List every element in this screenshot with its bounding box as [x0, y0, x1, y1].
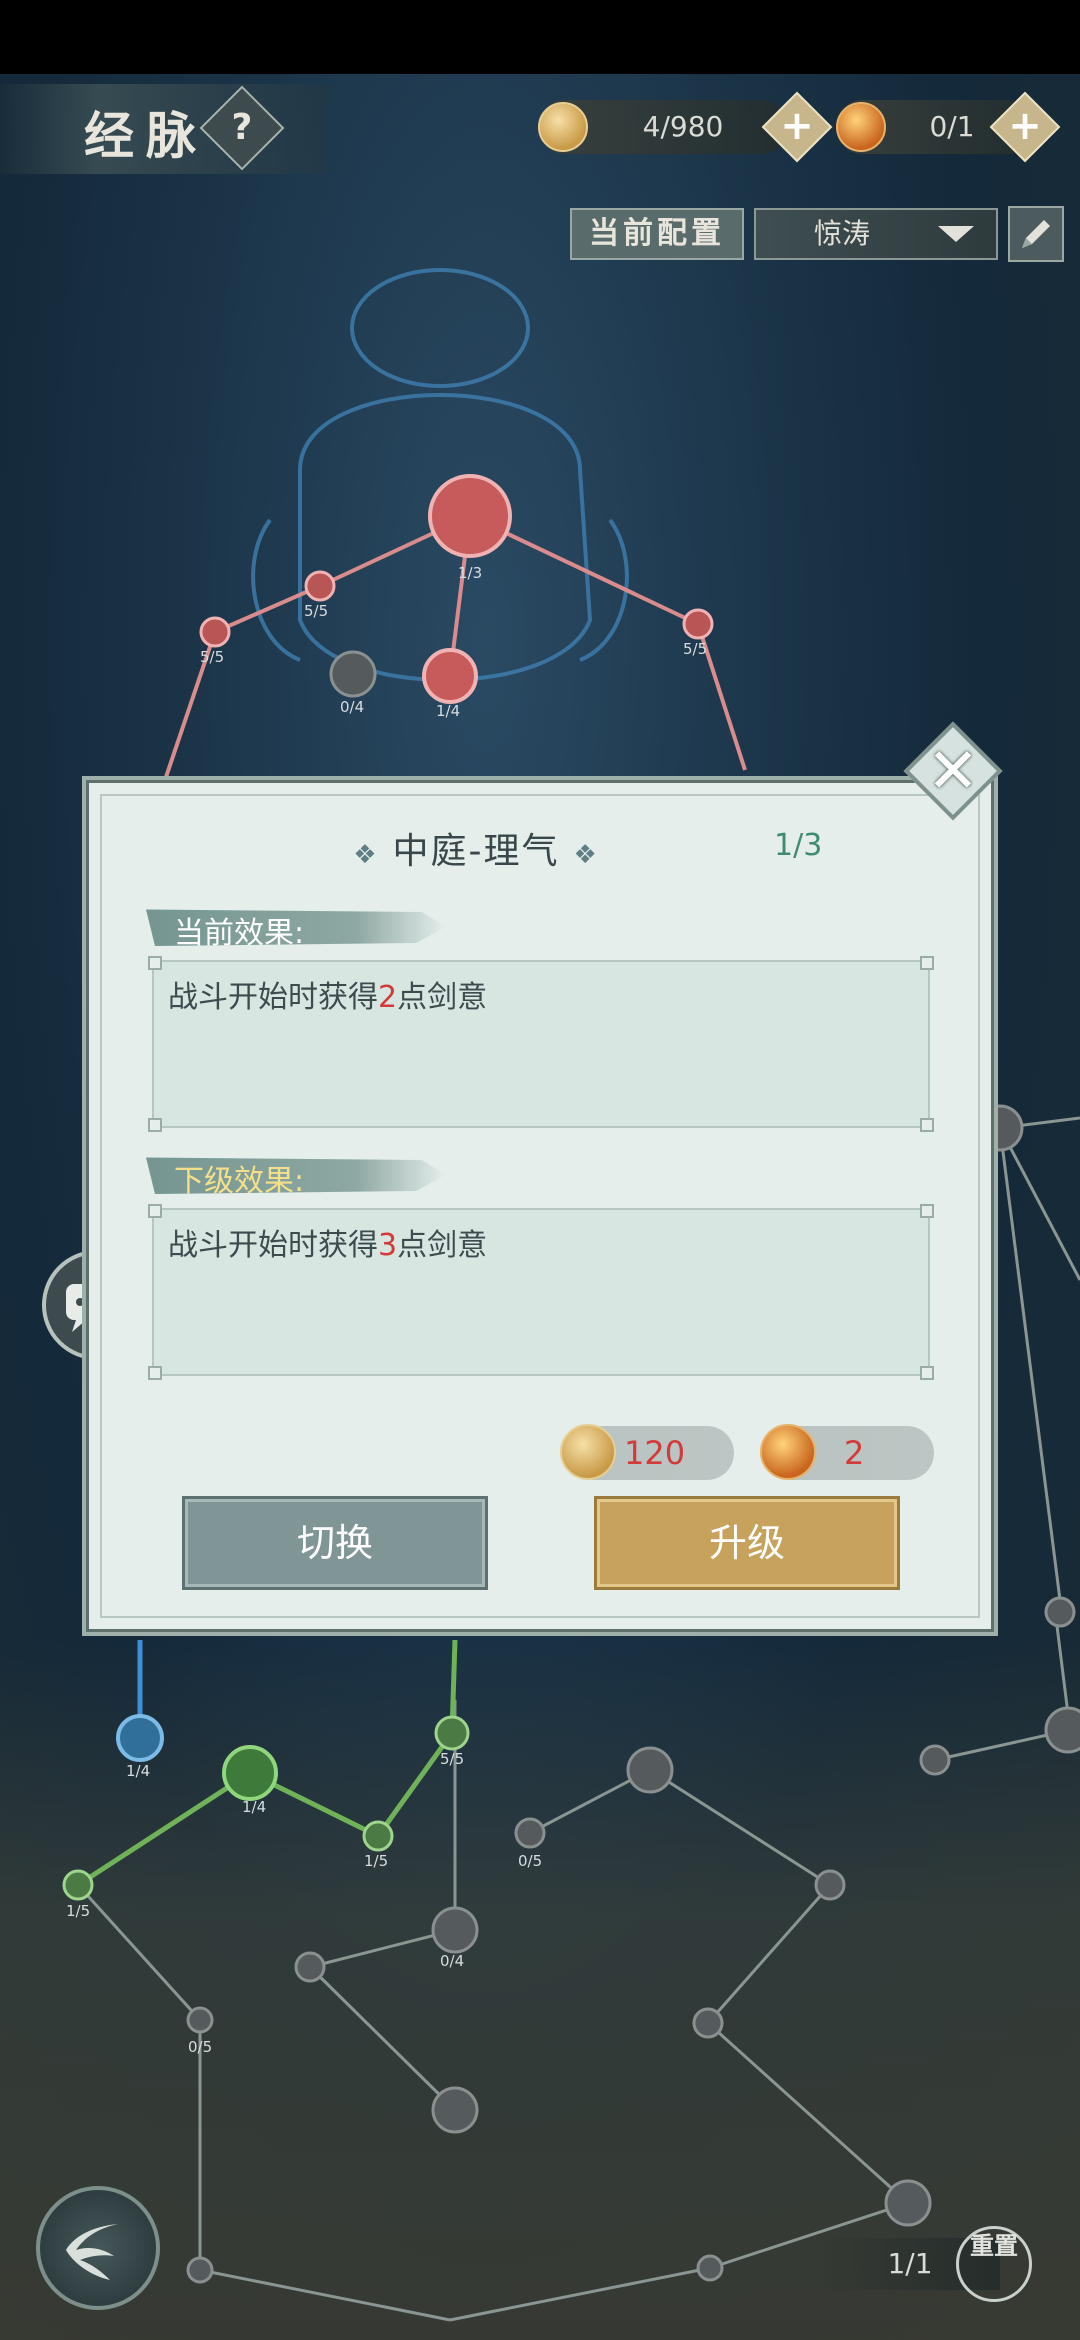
footer-right: 1/1 重置 — [780, 2226, 1070, 2304]
resource-yuanqi: 4/980 — [538, 100, 788, 154]
cost-yuanqi: 120 — [560, 1424, 734, 1480]
svg-text:0/5: 0/5 — [518, 1852, 542, 1870]
current-config-label: 当前配置 — [570, 208, 744, 260]
switch-button[interactable]: 切换 — [182, 1496, 488, 1590]
dialog-level: 1/3 — [774, 828, 823, 863]
map-node[interactable] — [1044, 1596, 1076, 1628]
back-arrow-icon — [66, 2224, 118, 2280]
map-node[interactable] — [692, 2007, 724, 2039]
svg-text:0/4: 0/4 — [440, 1952, 464, 1970]
svg-text:5/5: 5/5 — [304, 602, 328, 620]
help-icon: ? — [231, 107, 253, 148]
close-icon: ✕ — [927, 734, 979, 807]
cost-fire-orb: 2 — [760, 1424, 934, 1480]
map-node[interactable]: 1/5 — [62, 1869, 94, 1920]
fire-orb-icon — [836, 102, 886, 152]
map-node[interactable] — [186, 2256, 214, 2284]
cost-fire-orb-value: 2 — [844, 1434, 865, 1472]
svg-text:5/5: 5/5 — [440, 1750, 464, 1768]
map-node[interactable] — [696, 2254, 724, 2282]
config-select[interactable]: 惊涛 — [754, 208, 998, 260]
plus-icon: + — [1008, 103, 1042, 149]
svg-text:5/5: 5/5 — [683, 640, 707, 658]
map-node[interactable] — [431, 2086, 479, 2134]
map-node[interactable]: 0/4 — [329, 650, 377, 716]
map-node[interactable]: 5/5 — [199, 616, 231, 666]
map-node[interactable]: 1/3 — [428, 474, 512, 582]
next-effect-box: 战斗开始时获得3点剑意 — [148, 1204, 934, 1380]
map-node[interactable]: 1/4 — [222, 1745, 278, 1816]
svg-text:0/4: 0/4 — [340, 698, 364, 716]
current-effect-text: 战斗开始时获得2点剑意 — [168, 980, 488, 1015]
current-effect-box: 战斗开始时获得2点剑意 — [148, 956, 934, 1132]
map-node[interactable] — [294, 1951, 326, 1983]
map-node[interactable]: 1/4 — [116, 1714, 164, 1780]
title-deco-left: ❖ — [353, 840, 379, 870]
config-selected-value: 惊涛 — [814, 217, 871, 250]
map-node[interactable] — [814, 1869, 846, 1901]
upgrade-button[interactable]: 升级 — [594, 1496, 900, 1590]
map-node[interactable] — [884, 2179, 932, 2227]
svg-text:1/4: 1/4 — [436, 702, 460, 720]
edit-config-button[interactable] — [1008, 206, 1064, 262]
map-node[interactable] — [1044, 1706, 1080, 1754]
pencil-icon — [1022, 220, 1050, 248]
map-node[interactable] — [919, 1744, 951, 1776]
status-bar — [0, 0, 1080, 74]
reset-button[interactable]: 重置 — [956, 2226, 1032, 2302]
next-effect-text: 战斗开始时获得3点剑意 — [168, 1228, 488, 1263]
yuanqi-coin-icon — [560, 1424, 616, 1480]
plus-icon: + — [780, 103, 814, 149]
meridian-detail-dialog: ❖ 中庭-理气 ❖ 1/3 当前效果: 战斗开始时获得2点剑意 下级效果: 战斗开始… — [82, 776, 998, 1636]
svg-text:0/5: 0/5 — [188, 2038, 212, 2056]
red-meridian-lines — [163, 514, 747, 781]
svg-text:1/5: 1/5 — [66, 1902, 90, 1920]
close-dialog-button[interactable]: ✕ — [903, 721, 1003, 821]
svg-text:1/3: 1/3 — [458, 564, 482, 582]
svg-text:1/5: 1/5 — [364, 1852, 388, 1870]
map-node[interactable]: 5/5 — [434, 1715, 470, 1768]
svg-text:5/5: 5/5 — [200, 648, 224, 666]
cost-yuanqi-value: 120 — [624, 1434, 686, 1472]
map-node[interactable]: 1/4 — [422, 648, 478, 720]
svg-text:1/4: 1/4 — [242, 1798, 266, 1816]
map-node[interactable]: 1/5 — [362, 1820, 394, 1870]
map-node[interactable]: 5/5 — [304, 570, 336, 620]
page-title: 经脉 — [84, 106, 208, 165]
back-button[interactable] — [36, 2186, 160, 2310]
dialog-title: ❖ 中庭-理气 ❖ — [226, 822, 726, 874]
yuanqi-coin-icon — [538, 102, 588, 152]
title-deco-right: ❖ — [573, 840, 599, 870]
fire-orb-icon — [760, 1424, 816, 1480]
svg-text:1/4: 1/4 — [126, 1762, 150, 1780]
map-node[interactable]: 0/5 — [514, 1817, 546, 1870]
map-node[interactable] — [626, 1746, 674, 1794]
map-node[interactable]: 0/5 — [186, 2006, 214, 2056]
dialog-title-text: 中庭-理气 — [392, 831, 560, 872]
top-header: 经脉 ? 4/980 + 0/1 + — [0, 74, 1080, 182]
resource-yuanqi-count: 4/980 — [642, 110, 724, 143]
map-node[interactable]: 0/4 — [431, 1906, 479, 1970]
chevron-down-icon — [938, 226, 974, 242]
